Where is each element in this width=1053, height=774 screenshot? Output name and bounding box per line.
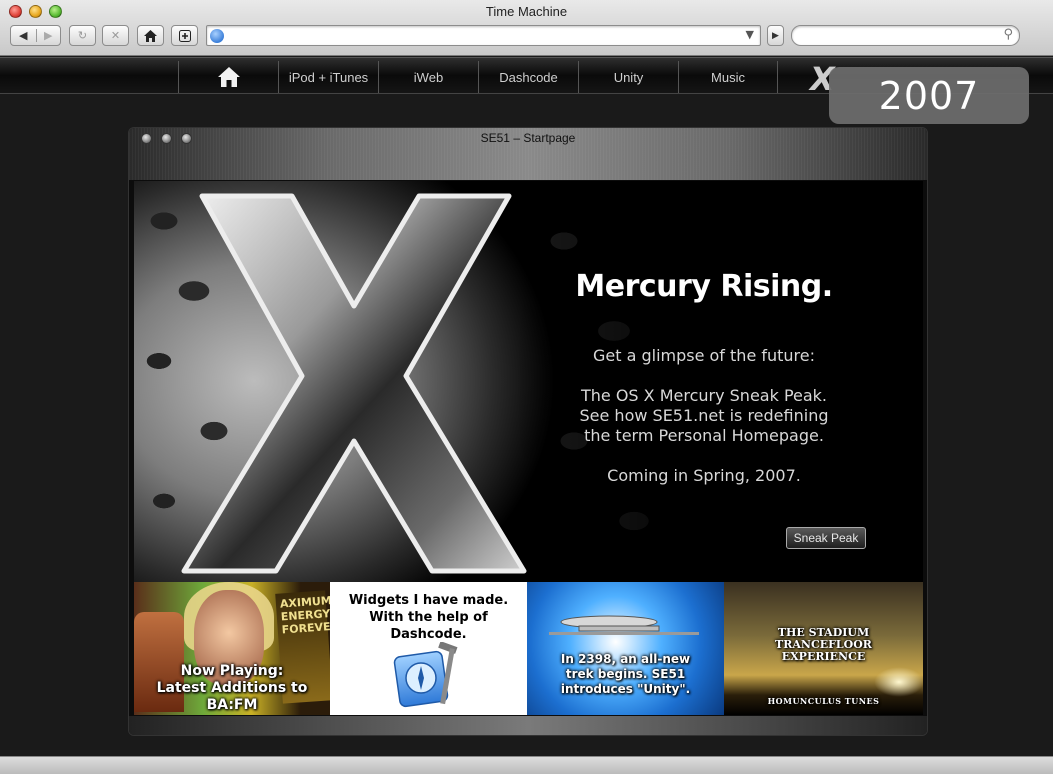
hero-banner: Mercury Rising. Get a glimpse of the fut… bbox=[134, 181, 923, 583]
sunset-glow bbox=[874, 667, 923, 697]
tile-caption: In 2398, an all-new trek begins. SE51 in… bbox=[527, 652, 724, 697]
tile-caption: Now Playing: Latest Additions to BA:FM bbox=[134, 663, 330, 714]
add-bookmark-icon bbox=[178, 29, 191, 42]
tile-caption-line: Widgets I have made. bbox=[348, 593, 509, 608]
hero-heading: Mercury Rising. bbox=[575, 269, 833, 304]
year-badge: 2007 bbox=[829, 67, 1029, 124]
tile-caption-line: EXPERIENCE bbox=[781, 650, 866, 663]
tile-widgets[interactable]: Widgets I have made. With the help of Da… bbox=[330, 582, 527, 715]
os-x-logo bbox=[181, 193, 527, 574]
startpage-bottom-bar bbox=[129, 716, 927, 735]
nav-dashcode[interactable]: Dashcode bbox=[478, 61, 578, 93]
tile-caption: Widgets I have made. With the help of Da… bbox=[330, 592, 527, 643]
tile-caption-line: introduces "Unity". bbox=[560, 682, 691, 696]
hero-text-line: The OS X Mercury Sneak Peak. bbox=[580, 386, 828, 405]
tile-caption-line: In 2398, an all-new bbox=[560, 652, 691, 666]
tile-caption-line: Now Playing: bbox=[180, 663, 284, 679]
back-forward-buttons[interactable]: ◀ ▶ bbox=[10, 25, 61, 46]
tile-unity[interactable]: In 2398, an all-new trek begins. SE51 in… bbox=[527, 582, 724, 715]
browser-toolbar: Time Machine ◀ ▶ ↻ ✕ ▼ ▶ ⚲ bbox=[0, 0, 1053, 56]
stop-icon: ✕ bbox=[110, 29, 121, 42]
play-icon: ▶ bbox=[772, 30, 779, 41]
tile-caption-line: With the help of Dashcode. bbox=[369, 610, 488, 642]
nav-iweb[interactable]: iWeb bbox=[378, 61, 478, 93]
tile-now-playing[interactable]: AXIMUM ENERGY FOREVER Now Playing: Lates… bbox=[134, 582, 330, 715]
forward-arrow-icon[interactable]: ▶ bbox=[35, 29, 61, 42]
sneak-peak-button[interactable]: Sneak Peak bbox=[786, 527, 866, 549]
nav-home[interactable] bbox=[178, 61, 278, 93]
home-icon bbox=[217, 67, 240, 87]
hero-fade bbox=[514, 181, 774, 583]
feature-tiles: AXIMUM ENERGY FOREVER Now Playing: Lates… bbox=[134, 582, 923, 715]
nav-music[interactable]: Music bbox=[678, 61, 778, 93]
add-bookmark-button[interactable] bbox=[171, 25, 198, 46]
tile-caption-line: trek begins. SE51 bbox=[565, 667, 686, 681]
search-input[interactable]: ⚲ bbox=[791, 25, 1020, 46]
window-title: Time Machine bbox=[485, 4, 568, 19]
nav-ipod-itunes[interactable]: iPod + iTunes bbox=[278, 61, 378, 93]
tile-label: HOMUNCULUS TUNES bbox=[767, 696, 880, 706]
browser-status-bar bbox=[0, 756, 1053, 774]
address-bar[interactable]: ▼ bbox=[206, 25, 761, 46]
tile-caption: THE STADIUM TRANCEFLOOR EXPERIENCE bbox=[724, 627, 923, 663]
search-icon: ⚲ bbox=[1003, 27, 1013, 42]
reload-icon: ↻ bbox=[77, 29, 88, 42]
url-dropdown-icon[interactable]: ▼ bbox=[746, 28, 754, 41]
nav-unity[interactable]: Unity bbox=[578, 61, 678, 93]
globe-icon bbox=[210, 29, 224, 43]
stop-button[interactable]: ✕ bbox=[102, 25, 129, 46]
hero-text-line: the term Personal Homepage. bbox=[584, 426, 824, 445]
back-arrow-icon[interactable]: ◀ bbox=[11, 29, 36, 42]
startpage-window: SE51 – Startpage Mercury Rising. Get a g… bbox=[128, 127, 928, 736]
hero-coming-text: Coming in Spring, 2007. bbox=[607, 466, 801, 485]
hero-text-line: See how SE51.net is redefining bbox=[579, 406, 829, 425]
go-button[interactable]: ▶ bbox=[767, 25, 784, 46]
starship-illustration bbox=[549, 615, 699, 635]
startpage-titlebar: SE51 – Startpage bbox=[129, 128, 927, 180]
home-button[interactable] bbox=[137, 25, 164, 46]
dashcode-icon bbox=[393, 642, 458, 708]
startpage-title: SE51 – Startpage bbox=[480, 131, 576, 145]
tile-stadium[interactable]: THE STADIUM TRANCEFLOOR EXPERIENCE HOMUN… bbox=[724, 582, 923, 715]
hero-subheading: Get a glimpse of the future: bbox=[592, 346, 816, 365]
reload-button[interactable]: ↻ bbox=[69, 25, 96, 46]
tile-caption-line: Latest Additions to BA:FM bbox=[156, 680, 308, 713]
home-icon bbox=[144, 29, 157, 42]
